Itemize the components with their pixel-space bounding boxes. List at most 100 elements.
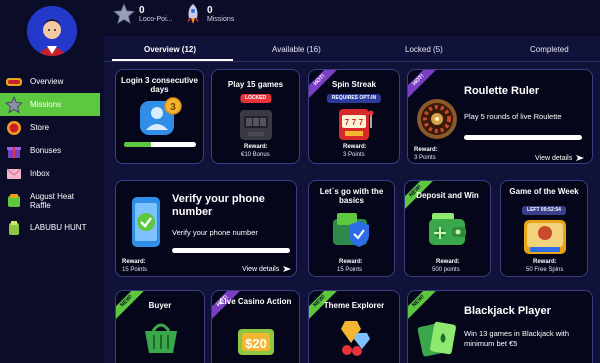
svg-text:7: 7 <box>359 118 364 127</box>
view-details-link[interactable]: View details <box>242 265 292 273</box>
missions-label: Missions <box>207 16 235 23</box>
basket-icon <box>141 319 181 360</box>
reward-value: 15 Points <box>337 267 363 273</box>
reward-value: 15 Points <box>122 267 148 273</box>
mission-title: Buyer <box>148 301 172 310</box>
gems-cherry-icon <box>335 317 375 362</box>
flame-badge-icon <box>4 72 24 92</box>
slot-machine-icon <box>236 106 276 147</box>
mission-card-buyer[interactable]: NEW! Buyer <box>115 290 205 363</box>
view-details-label: View details <box>535 154 573 162</box>
mission-title: Login 3 consecutive days <box>121 76 198 94</box>
missions-stat[interactable]: 0 Missions <box>183 3 234 25</box>
reward-label: Reward: <box>533 259 557 265</box>
mission-card-verify-phone[interactable]: Verify your phone number Verify your pho… <box>115 180 297 277</box>
sidebar-item-label: Missions <box>30 100 62 109</box>
hot-ribbon: HOT! <box>212 291 244 323</box>
reward-label: Reward: <box>244 144 268 150</box>
sidebar-item-label: Inbox <box>30 169 50 178</box>
sidebar-item-labubu-hunt[interactable]: LABUBU HUNT <box>0 216 104 239</box>
view-details-link[interactable]: View details <box>535 154 585 162</box>
phone-check-icon <box>126 195 166 256</box>
mission-title: Spin Streak <box>331 80 376 89</box>
sidebar-item-label: LABUBU HUNT <box>30 223 87 232</box>
rocket-icon <box>187 4 199 24</box>
mission-title: Deposit and Win <box>416 191 479 200</box>
tab-overview[interactable]: Overview (12) <box>144 45 196 54</box>
loco-points-stat[interactable]: 0 Loco-Poi... <box>113 3 172 25</box>
locked-badge: LOCKED <box>239 94 272 103</box>
sidebar-item-august-heat-raffle[interactable]: August Heat Raffle <box>0 185 104 216</box>
arrow-right-icon <box>283 266 292 272</box>
game-thumbnail-icon <box>522 218 568 261</box>
sidebar-item-store[interactable]: Store <box>0 116 104 139</box>
mission-card-deposit-and-win[interactable]: NEW! Deposit and Win Reward: 500 points <box>404 180 491 277</box>
mission-card-play-15-games[interactable]: Play 15 games LOCKED Reward: €10 Bonus <box>211 69 300 164</box>
star-icon <box>113 3 135 25</box>
envelope-icon <box>4 164 24 184</box>
mission-card-spin-streak[interactable]: HOT! Spin Streak REQUIRES OPT-IN 7 7 7 R… <box>308 69 400 164</box>
sidebar-item-label: Bonuses <box>30 146 62 155</box>
reward-label: Reward: <box>414 147 438 153</box>
arrow-right-icon <box>576 155 585 161</box>
login-badge-count: 3 <box>170 102 176 113</box>
tab-locked[interactable]: Locked (5) <box>405 45 443 54</box>
user-badge-icon: 3 <box>136 97 184 144</box>
mission-progress-bar <box>464 135 582 140</box>
sidebar-item-label: Store <box>30 123 50 132</box>
wallet-icon <box>426 209 470 254</box>
sidebar-item-inbox[interactable]: Inbox <box>0 162 104 185</box>
avatar[interactable] <box>27 6 77 56</box>
reward-label: Reward: <box>339 259 363 265</box>
playing-cards-icon <box>416 317 460 363</box>
reward-value: 3 Points <box>414 155 436 161</box>
top-stats-bar: 0 Loco-Poi... 0 Missions <box>104 0 600 36</box>
mission-card-login[interactable]: Login 3 consecutive days 3 <box>115 69 204 164</box>
reward-value: 50 Free Spins <box>526 267 564 273</box>
mission-title: Live Casino Action <box>219 297 292 306</box>
mission-card-blackjack-player[interactable]: NEW! Blackjack Player Win 13 games in Bl… <box>407 290 593 363</box>
svg-text:7: 7 <box>345 118 350 127</box>
mission-description: Win 13 games in Blackjack with minimum b… <box>464 329 570 348</box>
mission-card-theme-explorer[interactable]: NEW! Theme Explorer <box>308 290 400 363</box>
sidebar-item-bonuses[interactable]: Bonuses <box>0 139 104 162</box>
reward-label: Reward: <box>436 259 460 265</box>
mission-card-game-of-the-week[interactable]: Game of the Week LEFT 09:52:54 Reward: 5… <box>500 180 588 277</box>
tab-completed[interactable]: Completed <box>530 45 569 54</box>
mission-progress-bar <box>172 248 290 253</box>
mission-card-live-casino-action[interactable]: HOT! Live Casino Action $20 <box>211 290 300 363</box>
mission-title: Roulette Ruler <box>464 85 540 97</box>
reward-value: 3 Points <box>343 152 365 158</box>
mission-title: Let`s go with the basics <box>319 187 384 205</box>
cash-icon: $20 <box>234 325 278 362</box>
sidebar-nav: Overview Missions Store Bonuses Inbox Au… <box>0 70 104 239</box>
mission-card-roulette-ruler[interactable]: HOT! Roulette Ruler Play 5 rounds of liv… <box>407 69 593 164</box>
time-left-badge: LEFT 09:52:54 <box>522 206 566 215</box>
slot-machine-icon: 7 7 7 <box>335 106 375 147</box>
sidebar-item-label: August Heat Raffle <box>30 191 75 210</box>
mission-title: Blackjack Player <box>464 305 551 317</box>
requires-opt-in-badge: REQUIRES OPT-IN <box>326 94 382 103</box>
reward-label: Reward: <box>343 144 367 150</box>
missions-value: 0 <box>207 5 213 16</box>
labubu-icon <box>4 218 24 238</box>
svg-text:7: 7 <box>352 118 357 127</box>
active-tab-indicator <box>112 59 233 61</box>
loco-points-label: Loco-Poi... <box>139 16 173 23</box>
roulette-wheel-icon <box>415 97 459 146</box>
star-icon <box>4 95 24 115</box>
mission-progress-fill <box>124 142 152 147</box>
raffle-icon <box>4 191 24 211</box>
gift-icon <box>4 141 24 161</box>
reward-label: Reward: <box>122 259 146 265</box>
sidebar-item-overview[interactable]: Overview <box>0 70 104 93</box>
wallet-shield-icon <box>329 209 375 256</box>
loco-points-value: 0 <box>139 5 145 16</box>
mission-card-basics[interactable]: Let`s go with the basics Reward: 15 Poin… <box>308 180 395 277</box>
sidebar: Overview Missions Store Bonuses Inbox Au… <box>0 0 104 363</box>
cash-amount: $20 <box>245 336 267 351</box>
reward-value: €10 Bonus <box>241 152 270 158</box>
mission-title: Theme Explorer <box>323 301 385 310</box>
sidebar-item-missions[interactable]: Missions <box>0 93 100 116</box>
tab-available[interactable]: Available (16) <box>272 45 321 54</box>
